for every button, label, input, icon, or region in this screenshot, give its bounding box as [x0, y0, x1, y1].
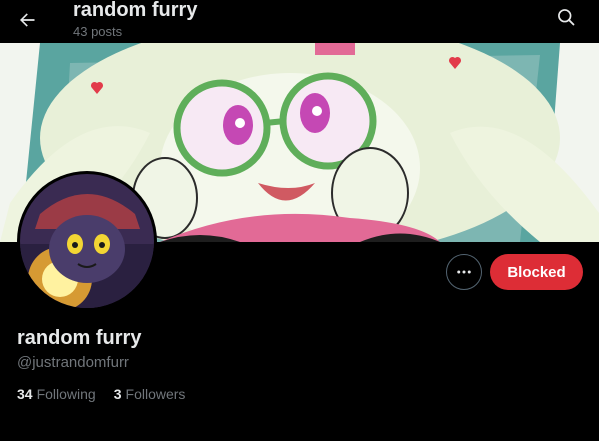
top-bar: random furry 43 posts	[0, 0, 599, 43]
following-label: Following	[36, 386, 96, 402]
post-count: 43 posts	[73, 24, 123, 39]
blocked-button[interactable]: Blocked	[490, 254, 583, 290]
more-horizontal-icon	[457, 270, 471, 274]
header-title: random furry	[73, 0, 198, 21]
arrow-left-icon	[20, 13, 35, 27]
search-button[interactable]	[551, 2, 581, 32]
following-link[interactable]: 34 Following	[17, 386, 96, 402]
user-handle: @justrandomfurr	[17, 354, 129, 371]
followers-label: Followers	[125, 386, 186, 402]
search-icon	[558, 9, 575, 26]
display-name: random furry	[17, 327, 142, 349]
avatar[interactable]	[17, 171, 157, 311]
back-button[interactable]	[10, 3, 44, 37]
followers-count: 3	[113, 386, 122, 402]
header-title-group: random furry 43 posts	[73, 0, 197, 40]
avatar-image	[20, 174, 154, 308]
follow-stats: 34 Following 3 Followers	[17, 386, 185, 402]
more-options-button[interactable]	[446, 254, 482, 290]
following-count: 34	[17, 386, 33, 402]
followers-link[interactable]: 3 Followers	[114, 386, 186, 402]
